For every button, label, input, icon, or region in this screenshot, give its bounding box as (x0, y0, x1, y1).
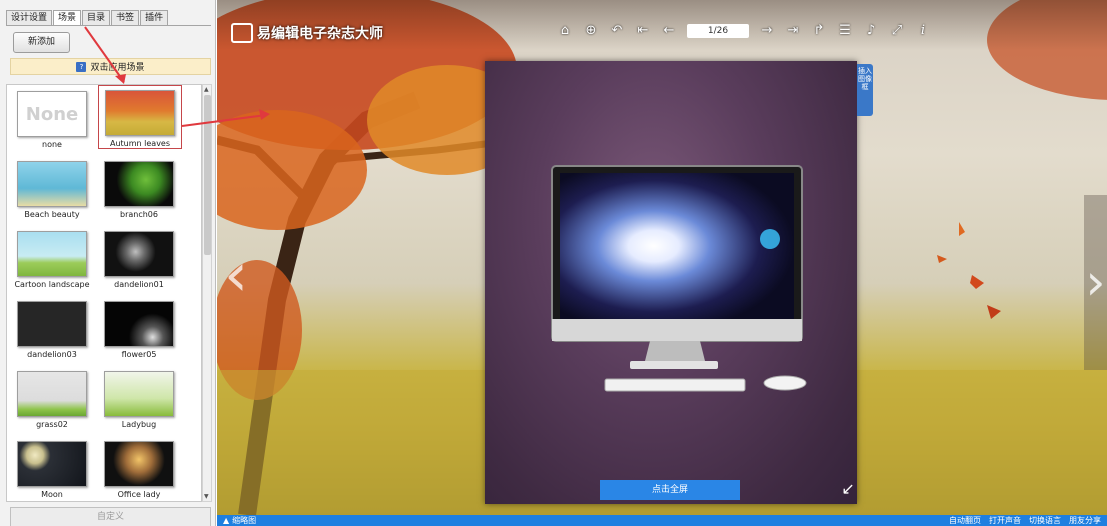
info-icon: ? (76, 61, 87, 72)
reader-toolbar: ⌂ ⊕ ↶ ⇤ ← 1/26 → ⇥ ↱ ☰ ♪ ⤢ i (557, 23, 931, 39)
insert-image-frame-tab[interactable]: 插入图像框 (857, 64, 873, 116)
fullscreen-button[interactable]: 点击全屏 (600, 480, 740, 500)
auto-flip-button[interactable]: 自动翻页 (949, 515, 981, 526)
scene-label: grass02 (36, 420, 68, 429)
tab-scenes[interactable]: 场景 (53, 10, 82, 26)
scene-thumb (17, 371, 87, 417)
home-icon[interactable]: ⌂ (557, 23, 573, 39)
tab-bookmarks[interactable]: 书签 (111, 10, 140, 25)
panel-tabs: 设计设置 场景 目录 书签 插件 (6, 10, 169, 26)
scene-item-autumn-leaves[interactable]: Autumn leaves (98, 85, 182, 149)
status-bar: ▲ 缩略图 自动翻页 打开声音 切换语言 朋友分享 (217, 515, 1107, 526)
thumbnails-toggle[interactable]: ▲ 缩略图 (223, 515, 256, 526)
scene-thumb (104, 161, 174, 207)
logo-text: 易编辑电子杂志大师 (257, 26, 383, 42)
scene-item-dandelion03[interactable]: dandelion03 (11, 297, 93, 361)
scroll-up-icon[interactable]: ▲ (204, 86, 209, 93)
scene-item-moon[interactable]: Moon (11, 437, 93, 501)
prev-page-arrow[interactable]: ‹ (217, 200, 255, 350)
fullscreen-icon[interactable]: ⤢ (889, 23, 905, 39)
tab-contents[interactable]: 目录 (82, 10, 111, 25)
list-icon[interactable]: ☰ (837, 23, 853, 39)
scene-item-grass02[interactable]: grass02 (11, 367, 93, 431)
sound-icon[interactable]: ♪ (863, 23, 879, 39)
scroll-down-icon[interactable]: ▼ (204, 493, 209, 500)
tab-plugins[interactable]: 插件 (140, 10, 169, 25)
custom-button[interactable]: 自定义 (10, 507, 211, 526)
preview-stage: 易编辑电子杂志大师 ⌂ ⊕ ↶ ⇤ ← 1/26 → ⇥ ↱ ☰ ♪ ⤢ i ‹… (217, 0, 1107, 515)
apply-scene-hint: ? 双击应用场景 (10, 58, 211, 75)
scene-label: flower05 (121, 350, 157, 359)
scene-thumb (17, 231, 87, 277)
scene-thumb: None (17, 91, 87, 137)
next-page-icon[interactable]: → (759, 23, 775, 39)
prev-page-icon[interactable]: ← (661, 23, 677, 39)
scene-label: Beach beauty (24, 210, 80, 219)
scene-item-office-lady[interactable]: Office lady (98, 437, 180, 501)
scene-label: dandelion03 (27, 350, 77, 359)
scene-item-beach-beauty[interactable]: Beach beauty (11, 157, 93, 221)
zoom-icon[interactable]: ⊕ (583, 23, 599, 39)
page-indicator[interactable]: 1/26 (687, 24, 749, 38)
scene-item-flower05[interactable]: flower05 (98, 297, 180, 361)
app-logo: 易编辑电子杂志大师 (231, 23, 383, 43)
scene-thumb (17, 161, 87, 207)
app-window: 设计设置 场景 目录 书签 插件 新添加 ? 双击应用场景 None none … (0, 0, 1107, 526)
scene-label: Cartoon landscape (14, 280, 90, 289)
scene-label: Office lady (117, 490, 161, 499)
add-new-button[interactable]: 新添加 (13, 32, 70, 53)
scene-thumb (17, 301, 87, 347)
scene-label: dandelion01 (114, 280, 164, 289)
undo-icon[interactable]: ↶ (609, 23, 625, 39)
scene-item-branch06[interactable]: branch06 (98, 157, 180, 221)
scene-item-ladybug[interactable]: Ladybug (98, 367, 180, 431)
tab-divider (6, 25, 211, 26)
logo-icon (231, 23, 253, 43)
scene-thumb (104, 231, 174, 277)
scene-label: Autumn leaves (109, 139, 171, 148)
scene-thumb (105, 90, 175, 136)
last-page-icon[interactable]: ⇥ (785, 23, 801, 39)
status-bar-actions: 自动翻页 打开声音 切换语言 朋友分享 (949, 515, 1101, 526)
thumbnails-label: 缩略图 (232, 516, 257, 525)
scene-thumb (104, 441, 174, 487)
scene-label: Moon (41, 490, 63, 499)
scrollbar-thumb[interactable] (204, 95, 211, 255)
sound-toggle-button[interactable]: 打开声音 (989, 515, 1021, 526)
book-page (485, 61, 857, 504)
scene-thumb (104, 371, 174, 417)
hint-text: 双击应用场景 (90, 63, 145, 73)
tab-design-settings[interactable]: 设计设置 (6, 10, 53, 25)
scene-label: none (42, 140, 62, 149)
first-page-icon[interactable]: ⇤ (635, 23, 651, 39)
next-page-arrow[interactable]: › (1084, 195, 1107, 370)
scene-thumb (104, 301, 174, 347)
scene-item-cartoon-landscape[interactable]: Cartoon landscape (11, 227, 93, 291)
scene-label: branch06 (120, 210, 158, 219)
scene-label: Ladybug (121, 420, 157, 429)
info-icon[interactable]: i (915, 23, 931, 39)
scene-grid: None none Autumn leaves Beach beauty bra… (6, 84, 202, 502)
scene-panel: 设计设置 场景 目录 书签 插件 新添加 ? 双击应用场景 None none … (0, 0, 216, 526)
share-icon[interactable]: ↱ (811, 23, 827, 39)
scene-list-scrollbar[interactable]: ▲ ▼ (202, 84, 212, 502)
imac-illustration (551, 165, 807, 392)
language-button[interactable]: 切换语言 (1029, 515, 1061, 526)
share-button[interactable]: 朋友分享 (1069, 515, 1101, 526)
scene-thumb (17, 441, 87, 487)
scene-item-none[interactable]: None none (11, 87, 93, 151)
scene-item-dandelion01[interactable]: dandelion01 (98, 227, 180, 291)
caret-up-icon: ▲ (223, 516, 230, 525)
